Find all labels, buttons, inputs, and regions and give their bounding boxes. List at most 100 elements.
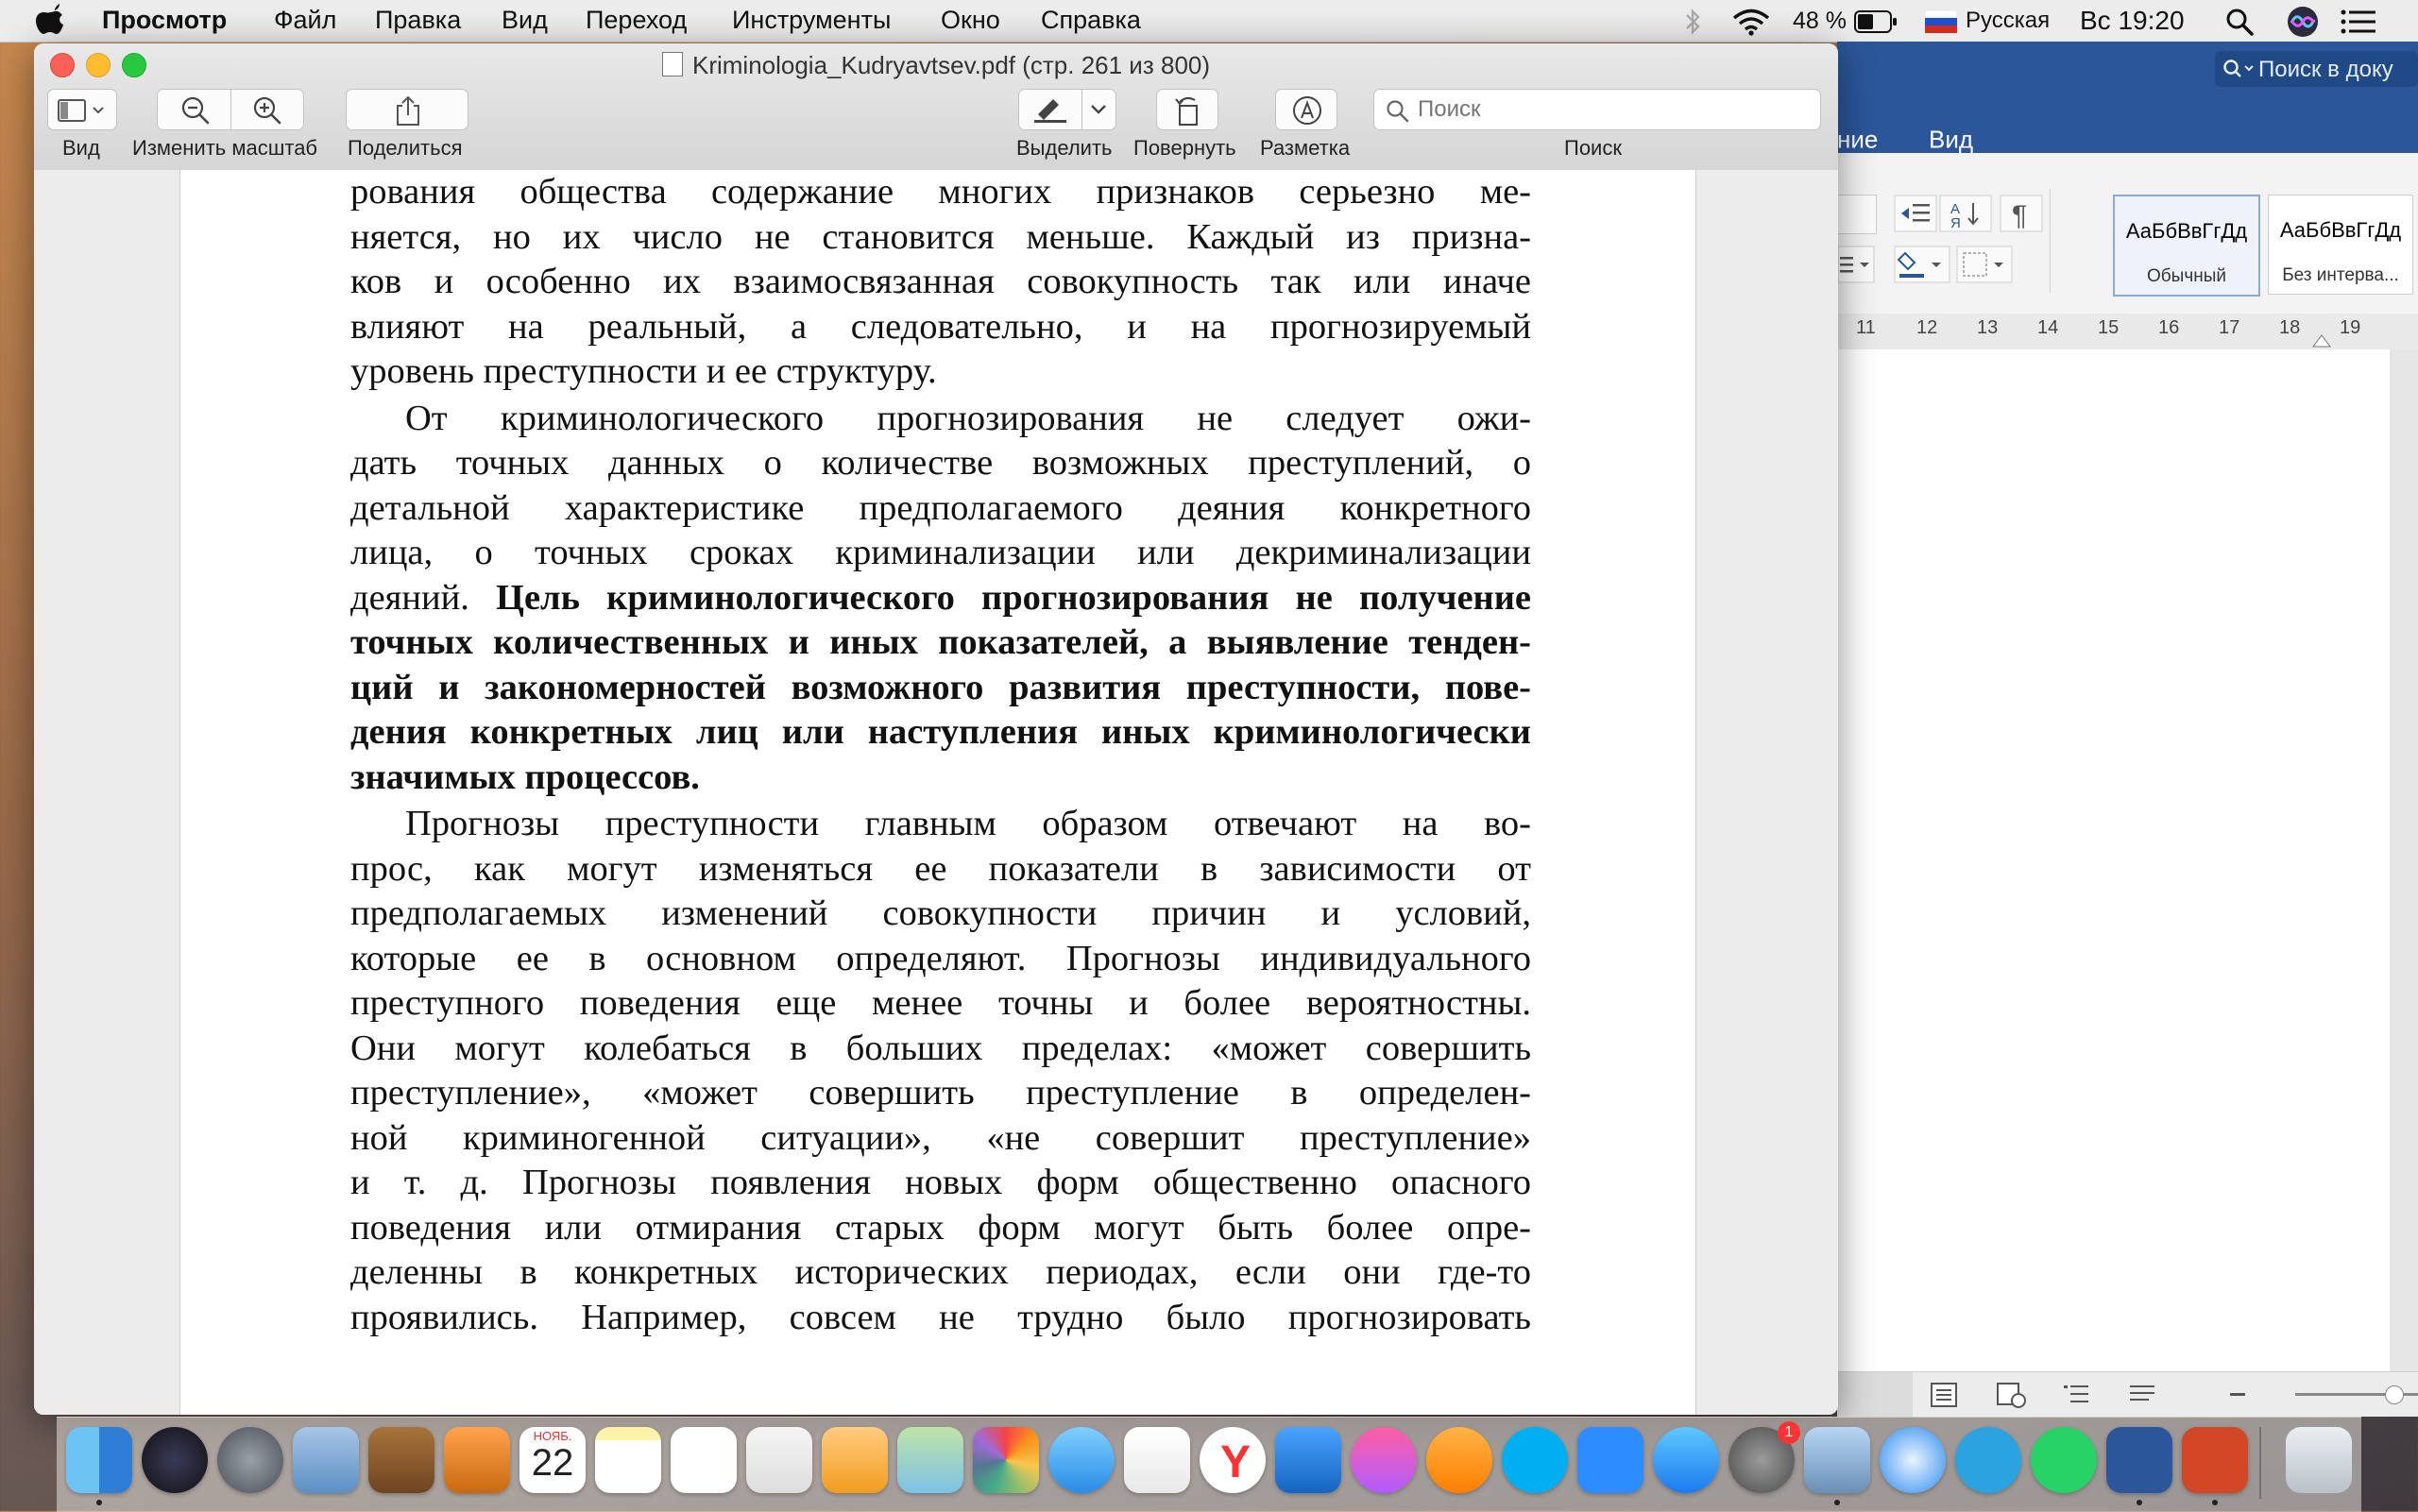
input-source-label[interactable]: Русская (1966, 8, 2050, 34)
word-search-field[interactable]: Поиск в доку (2215, 51, 2418, 87)
mail-icon[interactable] (293, 1427, 359, 1493)
textedit-icon[interactable] (746, 1427, 812, 1493)
rotate-button[interactable] (1156, 89, 1218, 130)
highlight-button[interactable] (1018, 89, 1116, 130)
siri-icon[interactable] (142, 1427, 208, 1493)
sort-icon[interactable]: А Я (1939, 195, 1992, 232)
safari-icon[interactable] (1880, 1427, 1946, 1493)
maps-icon[interactable] (897, 1427, 963, 1493)
calendar-icon[interactable]: НОЯБ. 22 (519, 1427, 586, 1493)
menu-go[interactable]: Переход (586, 6, 687, 35)
search-field[interactable] (1373, 89, 1821, 130)
pilcrow-icon[interactable]: ¶ (2000, 195, 2043, 232)
notification-center-icon[interactable] (2341, 8, 2376, 35)
zoom-in-icon[interactable] (252, 95, 282, 126)
shading-icon[interactable] (1894, 246, 1950, 283)
app-store-icon[interactable] (1653, 1427, 1719, 1493)
document-viewport[interactable]: рования общества содержание многих призн… (34, 170, 1838, 1415)
reminders-icon[interactable] (671, 1427, 737, 1493)
zoom-out-icon[interactable] (180, 95, 211, 126)
books-icon[interactable] (1426, 1427, 1492, 1493)
menu-edit[interactable]: Правка (375, 6, 461, 35)
russian-flag-icon[interactable] (1925, 10, 1957, 33)
system-preferences-icon[interactable]: 1 (1728, 1421, 1800, 1493)
bullets-dropdown-icon[interactable] (1837, 246, 1875, 283)
bold-text-line: значимых процессов. (350, 756, 700, 797)
word-search-placeholder: Поиск в доку (2258, 57, 2393, 82)
draft-view-icon[interactable] (2128, 1382, 2156, 1408)
print-layout-view-icon[interactable] (1930, 1382, 1958, 1408)
messages-icon[interactable] (1048, 1427, 1115, 1493)
notes-icon[interactable] (595, 1427, 661, 1493)
finder-icon[interactable] (66, 1427, 132, 1493)
zoom-out-control[interactable] (2230, 1393, 2245, 1396)
markup-button[interactable] (1275, 89, 1337, 130)
telegram-icon[interactable] (1955, 1427, 2021, 1493)
indent-increase-icon[interactable] (1894, 195, 1937, 232)
search-input[interactable] (1416, 94, 1816, 125)
yandex-browser-icon[interactable]: Y (1200, 1427, 1266, 1493)
word-statusbar (1837, 1371, 2418, 1417)
menu-window[interactable]: Окно (941, 6, 1000, 35)
numbers-icon[interactable] (1124, 1427, 1190, 1493)
calculator-icon[interactable] (444, 1427, 510, 1493)
menu-file[interactable]: Файл (274, 6, 336, 35)
chevron-down-icon[interactable] (1089, 103, 1108, 116)
menu-clock[interactable]: Вс 19:20 (2080, 6, 2185, 36)
pages-icon[interactable] (822, 1427, 888, 1493)
preview-app-icon[interactable] (1804, 1427, 1870, 1493)
powerpoint-icon[interactable] (2182, 1427, 2248, 1493)
outline-view-icon[interactable] (2062, 1382, 2090, 1408)
menu-app-name[interactable]: Просмотр (102, 6, 227, 35)
menu-bar: Просмотр Файл Правка Вид Переход Инструм… (0, 0, 2418, 42)
menu-help[interactable]: Справка (1041, 6, 1141, 35)
highlighter-icon (1034, 99, 1066, 123)
text-line: дать точных данных о количестве возможны… (350, 443, 1531, 483)
siri-icon[interactable] (2287, 6, 2319, 38)
word-tab-partial[interactable]: ние (1837, 126, 1878, 155)
whatsapp-icon[interactable] (2031, 1427, 2097, 1493)
share-button[interactable] (346, 89, 468, 130)
right-indent-marker-icon[interactable] (2312, 334, 2331, 348)
menu-view[interactable]: Вид (502, 6, 548, 35)
web-layout-view-icon[interactable] (1996, 1382, 2028, 1408)
zoom-slider-thumb[interactable] (2385, 1385, 2404, 1404)
skype-icon[interactable] (1502, 1427, 1568, 1493)
itunes-icon[interactable] (1351, 1427, 1417, 1493)
preview-toolbar: Kriminologia_Kudryavtsev.pdf (стр. 261 и… (34, 43, 1838, 171)
pdf-page-text[interactable]: рования общества содержание многих призн… (350, 170, 1531, 1340)
photos-icon[interactable] (973, 1427, 1039, 1493)
trash-icon[interactable] (2286, 1427, 2352, 1493)
menu-tools[interactable]: Инструменты (732, 6, 891, 35)
markup-pen-icon (1293, 96, 1321, 125)
spotlight-search-icon[interactable] (2224, 7, 2255, 37)
word-document-page[interactable] (1837, 349, 2390, 1388)
sidebar-view-button[interactable] (47, 89, 117, 130)
ruler-number: 14 (2037, 317, 2059, 338)
bluetooth-icon[interactable] (1683, 8, 1702, 36)
view-label: Вид (62, 136, 100, 160)
text-line: детальной характеристике предполагаемого… (350, 487, 1531, 528)
contacts-icon[interactable] (368, 1427, 434, 1493)
borders-icon[interactable] (1956, 246, 2013, 283)
running-indicator (1834, 1500, 1840, 1505)
text-line: Они могут колебаться в больших пределах:… (350, 1028, 1531, 1068)
battery-icon[interactable] (1854, 10, 1898, 33)
pdf-page[interactable]: рования общества содержание многих призн… (179, 170, 1696, 1415)
style-no-spacing-card[interactable]: АаБбВвГгДд Без интерва... (2268, 195, 2413, 295)
word-tab-view[interactable]: Вид (1929, 126, 1973, 155)
word-app-icon[interactable] (2106, 1427, 2172, 1493)
word-ruler[interactable]: 11 12 13 14 15 16 17 18 19 (1837, 314, 2418, 350)
text-line: преступление», «может совершить преступл… (350, 1073, 1531, 1113)
wifi-icon[interactable] (1731, 8, 1771, 36)
apple-icon[interactable] (36, 4, 64, 36)
word-titlebar: Поиск в доку (1837, 42, 2418, 96)
style-normal-card[interactable]: АаБбВвГгДд Обычный (2113, 195, 2260, 297)
zoom-label: Изменить масштаб (132, 136, 318, 160)
zoom-app-icon[interactable] (1577, 1427, 1643, 1493)
indent-decrease-button[interactable] (1837, 195, 1877, 234)
zoom-buttons-group (157, 89, 304, 130)
ruler-number: 13 (1977, 317, 1999, 338)
launchpad-icon[interactable] (217, 1427, 283, 1493)
keynote-icon[interactable] (1275, 1427, 1341, 1493)
